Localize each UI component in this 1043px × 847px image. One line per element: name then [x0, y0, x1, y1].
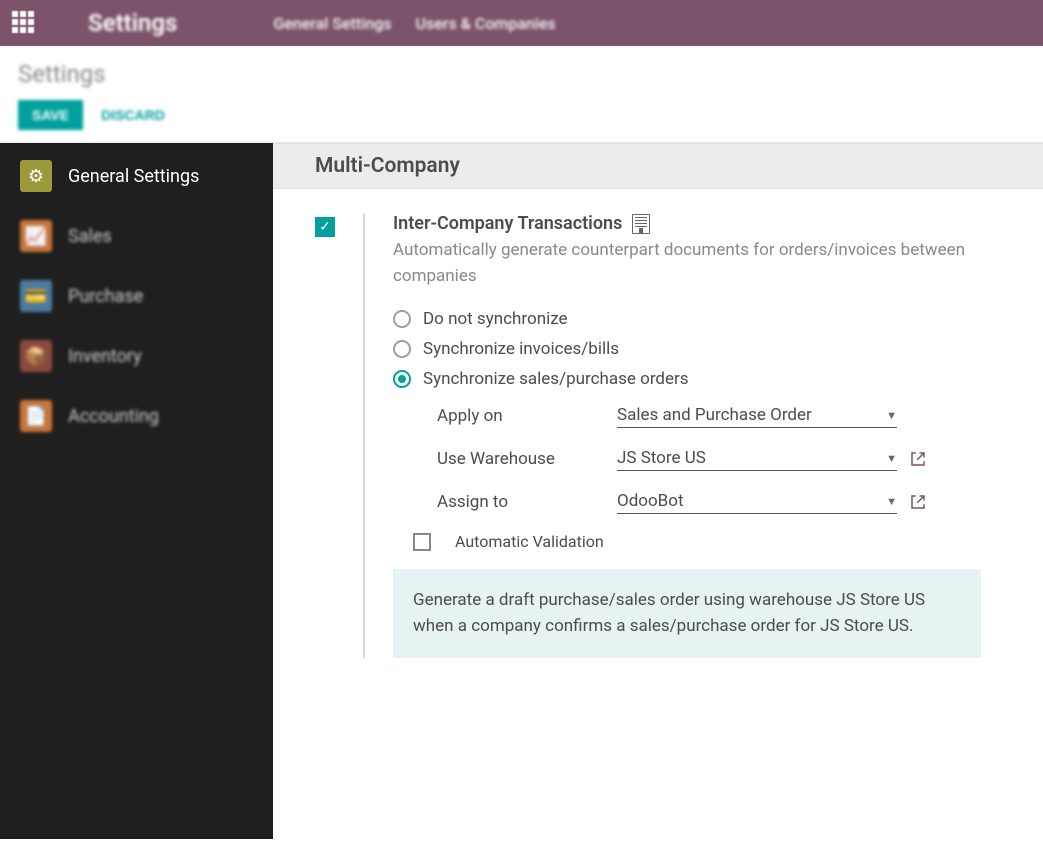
- sidebar-item-label: General Settings: [68, 166, 199, 187]
- sidebar-item-label: Sales: [68, 226, 112, 247]
- setting-title-text: Inter-Company Transactions: [393, 213, 622, 234]
- chevron-down-icon: ▼: [886, 409, 897, 422]
- field-apply-on: Apply on Sales and Purchase Order ▼: [437, 403, 981, 428]
- field-label: Use Warehouse: [437, 449, 617, 469]
- gear-icon: ⚙: [20, 160, 52, 192]
- setting-title: Inter-Company Transactions: [393, 213, 981, 234]
- inter-company-checkbox[interactable]: ✓: [315, 217, 335, 237]
- external-link-icon[interactable]: [909, 493, 927, 511]
- field-label: Assign to: [437, 492, 617, 512]
- subheader: Settings SAVE DISCARD: [0, 46, 1043, 142]
- sidebar: ⚙ General Settings 📈 Sales 💳 Purchase 📦 …: [0, 143, 273, 839]
- select-value: JS Store US: [617, 448, 706, 468]
- select-value: OdooBot: [617, 491, 684, 511]
- apps-icon[interactable]: [12, 11, 36, 35]
- info-box: Generate a draft purchase/sales order us…: [393, 569, 981, 658]
- sync-fields: Apply on Sales and Purchase Order ▼ Use …: [437, 403, 981, 514]
- select-value: Sales and Purchase Order: [617, 405, 812, 425]
- assign-to-select[interactable]: OdooBot ▼: [617, 489, 897, 514]
- top-nav: Settings General Settings Users & Compan…: [0, 0, 1043, 46]
- sidebar-item-label: Inventory: [68, 346, 142, 367]
- document-icon: 📄: [20, 400, 52, 432]
- sidebar-item-label: Accounting: [68, 406, 159, 427]
- breadcrumb: Settings: [18, 60, 1025, 88]
- nav-link-users-companies[interactable]: Users & Companies: [416, 14, 556, 33]
- sidebar-item-inventory[interactable]: 📦 Inventory: [0, 326, 273, 386]
- radio-sync-invoices[interactable]: Synchronize invoices/bills: [393, 339, 981, 359]
- content: Multi-Company ✓ Inter-Company Transactio…: [273, 143, 1043, 839]
- radio-label: Do not synchronize: [423, 309, 568, 329]
- chevron-down-icon: ▼: [886, 452, 897, 465]
- radio-icon: [393, 310, 411, 328]
- radio-icon: [393, 370, 411, 388]
- field-warehouse: Use Warehouse JS Store US ▼: [437, 446, 981, 471]
- divider: [363, 213, 365, 658]
- field-label: Apply on: [437, 406, 617, 426]
- automatic-validation-label: Automatic Validation: [455, 532, 604, 551]
- radio-icon: [393, 340, 411, 358]
- sidebar-item-accounting[interactable]: 📄 Accounting: [0, 386, 273, 446]
- sidebar-item-general-settings[interactable]: ⚙ General Settings: [0, 146, 273, 206]
- automatic-validation-checkbox[interactable]: [413, 533, 431, 551]
- radio-label: Synchronize sales/purchase orders: [423, 369, 689, 389]
- discard-button[interactable]: DISCARD: [101, 107, 165, 123]
- building-icon: [632, 214, 650, 234]
- warehouse-select[interactable]: JS Store US ▼: [617, 446, 897, 471]
- setting-description: Automatically generate counterpart docum…: [393, 238, 981, 289]
- automatic-validation-row: Automatic Validation: [413, 532, 981, 551]
- chevron-down-icon: ▼: [886, 495, 897, 508]
- radio-do-not-sync[interactable]: Do not synchronize: [393, 309, 981, 329]
- sync-radios: Do not synchronize Synchronize invoices/…: [393, 309, 981, 389]
- box-icon: 📦: [20, 340, 52, 372]
- setting-inter-company: ✓ Inter-Company Transactions Automatical…: [273, 189, 1043, 658]
- sidebar-item-purchase[interactable]: 💳 Purchase: [0, 266, 273, 326]
- section-header: Multi-Company: [273, 143, 1043, 189]
- card-icon: 💳: [20, 280, 52, 312]
- external-link-icon[interactable]: [909, 450, 927, 468]
- app-brand[interactable]: Settings: [88, 9, 177, 37]
- chart-icon: 📈: [20, 220, 52, 252]
- field-assign-to: Assign to OdooBot ▼: [437, 489, 981, 514]
- nav-link-general-settings[interactable]: General Settings: [273, 14, 391, 33]
- sidebar-item-label: Purchase: [68, 286, 143, 307]
- radio-label: Synchronize invoices/bills: [423, 339, 619, 359]
- apply-on-select[interactable]: Sales and Purchase Order ▼: [617, 403, 897, 428]
- radio-sync-orders[interactable]: Synchronize sales/purchase orders: [393, 369, 981, 389]
- nav-links: General Settings Users & Companies: [273, 14, 555, 33]
- save-button[interactable]: SAVE: [18, 100, 83, 130]
- sidebar-item-sales[interactable]: 📈 Sales: [0, 206, 273, 266]
